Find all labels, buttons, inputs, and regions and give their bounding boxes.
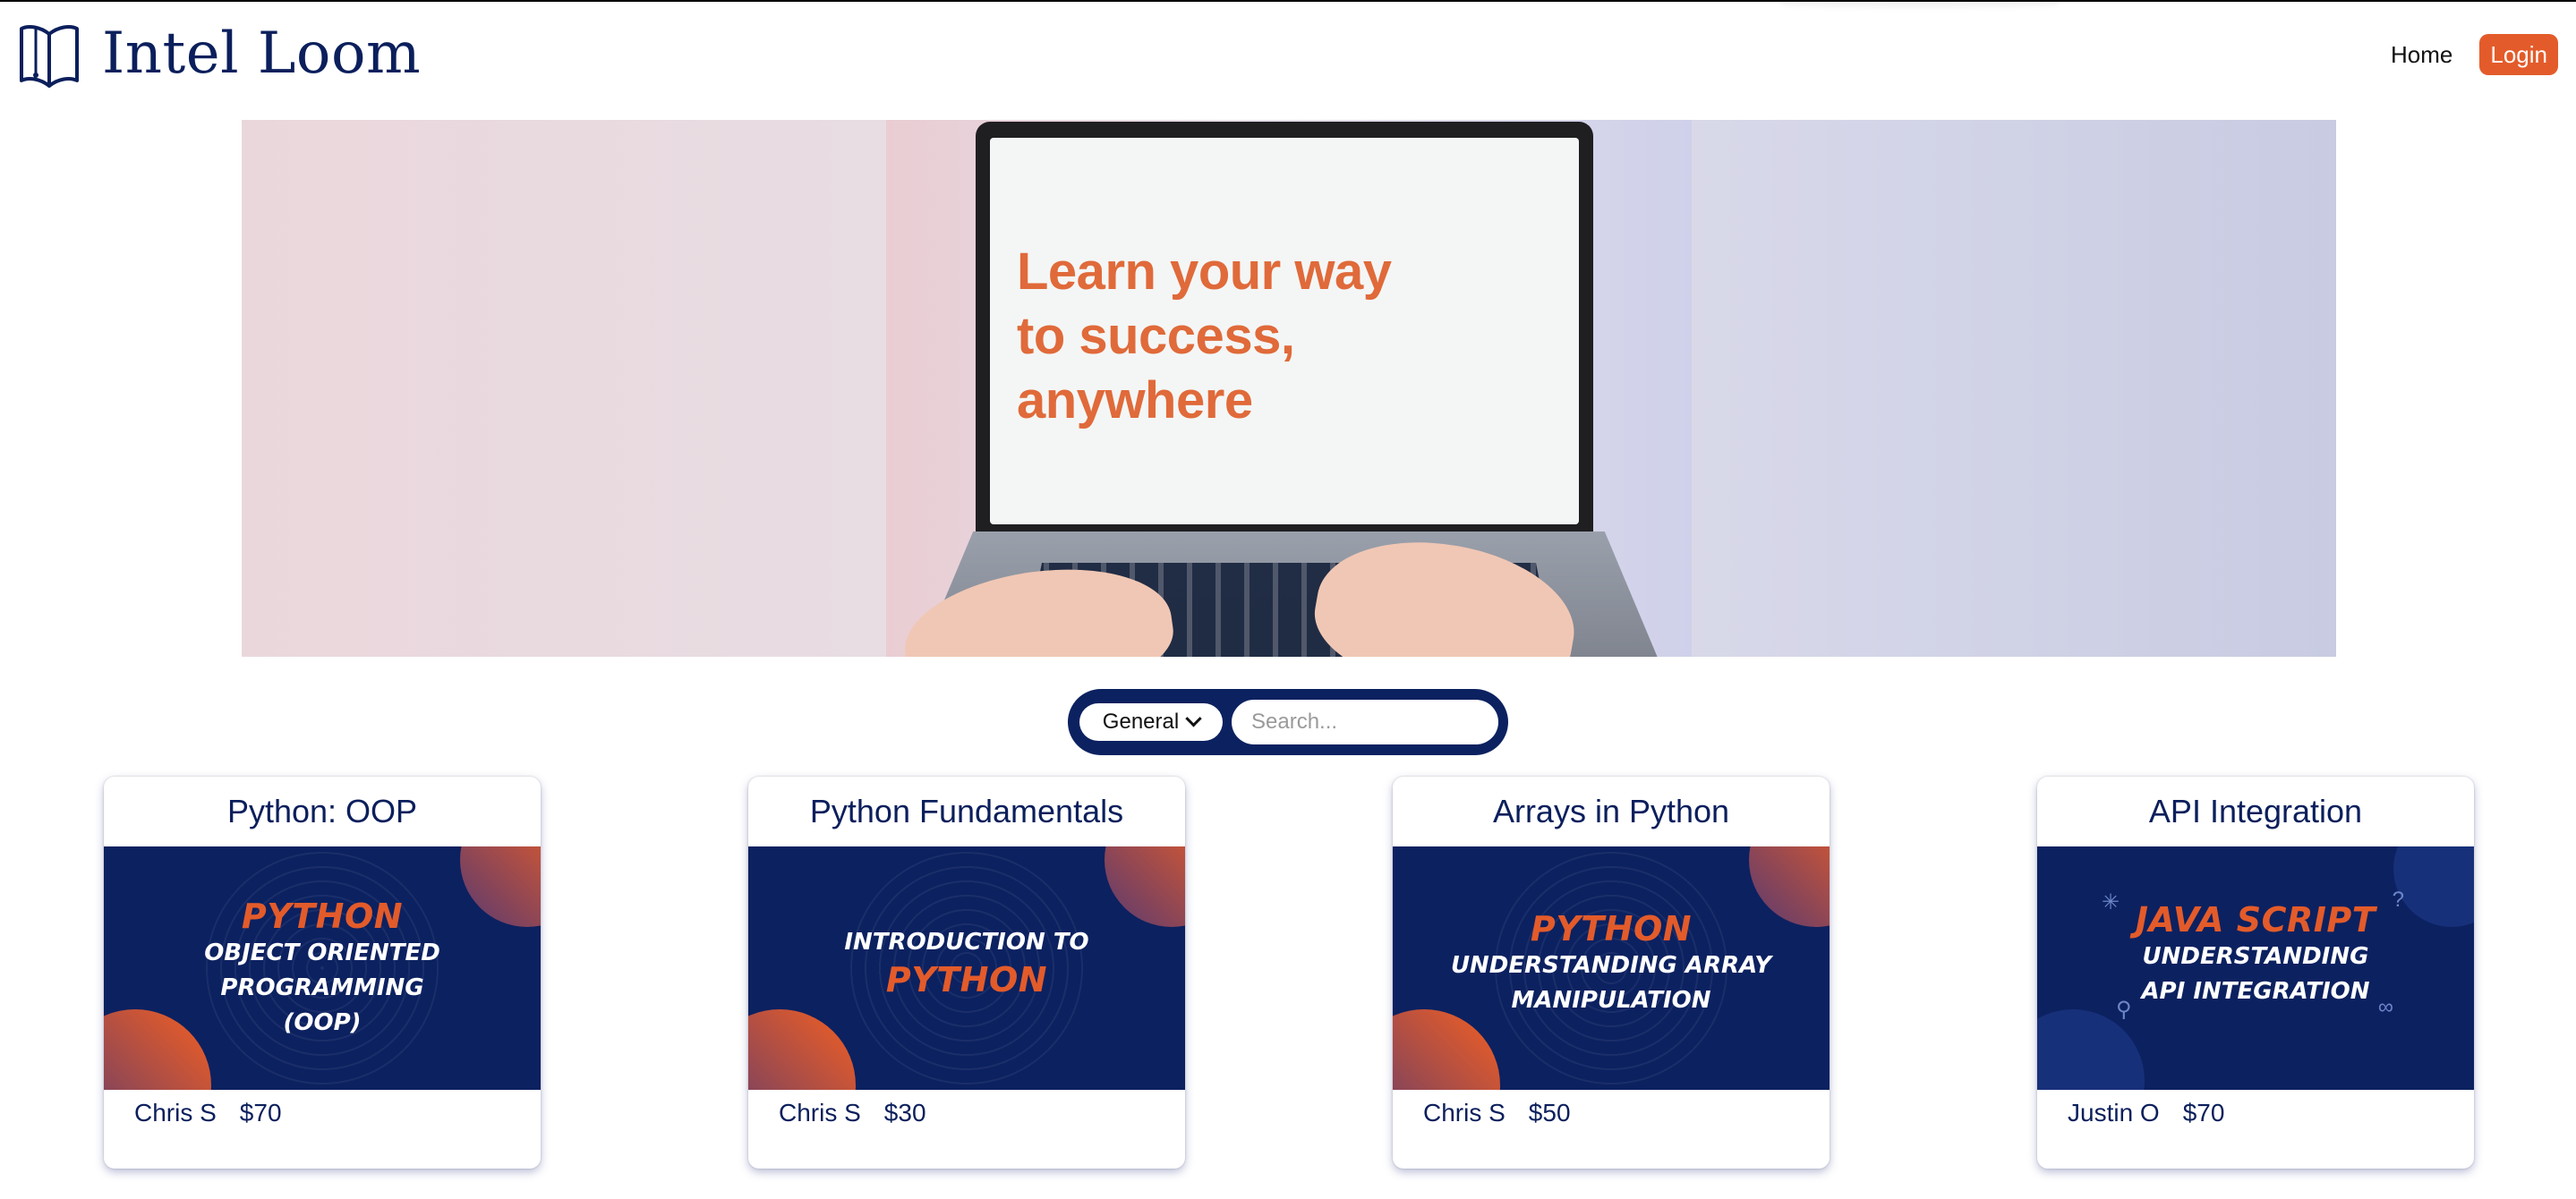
course-author: Chris S (134, 1099, 217, 1127)
thumb-heading: PYTHON OBJECT ORIENTED PROGRAMMING (OOP) (104, 897, 541, 1041)
open-book-icon (20, 25, 79, 88)
thumb-line: INTRODUCTION TO (844, 929, 1089, 956)
top-border (0, 0, 2576, 2)
course-meta: Chris S $70 (134, 1099, 282, 1127)
course-card[interactable]: API Integration ✳ ? ⚲ ∞ JAVA SCRIPT UNDE… (2037, 777, 2474, 1169)
course-price: $50 (1528, 1099, 1571, 1127)
course-meta: Chris S $30 (779, 1099, 926, 1127)
top-shadow (1781, 2, 2059, 7)
thumb-line: OBJECT ORIENTED (204, 940, 440, 966)
thumb-line: MANIPULATION (1511, 987, 1711, 1014)
course-author: Justin O (2068, 1099, 2160, 1127)
brand-name: Intel Loom (102, 21, 422, 87)
course-title: API Integration (2148, 793, 2363, 829)
thumb-line: PYTHON (885, 960, 1048, 999)
chevron-down-icon (1185, 710, 1202, 727)
course-thumbnail: PYTHON UNDERSTANDING ARRAY MANIPULATION (1393, 846, 1830, 1090)
course-title: Python: OOP (226, 793, 418, 829)
course-title: Arrays in Python (1492, 793, 1730, 829)
category-selected: General (1102, 710, 1180, 734)
search-input[interactable] (1232, 700, 1498, 744)
thumb-line: PYTHON (241, 897, 404, 936)
decorative-circle (748, 1009, 856, 1090)
course-card[interactable]: Python: OOP PYTHON OBJECT ORIENTED PROGR… (104, 777, 541, 1169)
laptop-screen: Learn your way to success, anywhere (990, 138, 1579, 524)
course-author: Chris S (1423, 1099, 1506, 1127)
thumb-line: PROGRAMMING (220, 974, 424, 1001)
thumb-heading: INTRODUCTION TO PYTHON (748, 925, 1185, 999)
hero-headline: Learn your way to success, anywhere (1017, 240, 1392, 433)
thumb-heading: JAVA SCRIPT UNDERSTANDING API INTEGRATIO… (2037, 900, 2474, 1009)
course-card[interactable]: Arrays in Python PYTHON UNDERSTANDING AR… (1393, 777, 1830, 1169)
laptop-lid: Learn your way to success, anywhere (976, 122, 1593, 542)
course-thumbnail: PYTHON OBJECT ORIENTED PROGRAMMING (OOP) (104, 846, 541, 1090)
course-meta: Justin O $70 (2068, 1099, 2224, 1127)
thumb-line: JAVA SCRIPT (2135, 900, 2376, 940)
top-nav: Home Login (2391, 34, 2558, 75)
login-button[interactable]: Login (2479, 34, 2558, 75)
course-title: Python Fundamentals (809, 793, 1124, 829)
course-price: $30 (883, 1099, 926, 1127)
course-price: $70 (239, 1099, 282, 1127)
course-meta: Chris S $50 (1423, 1099, 1571, 1127)
thumb-line: (OOP) (283, 1009, 362, 1036)
course-thumbnail: INTRODUCTION TO PYTHON (748, 846, 1185, 1090)
thumb-heading: PYTHON UNDERSTANDING ARRAY MANIPULATION (1393, 909, 1830, 1018)
decorative-circle (1393, 1009, 1500, 1090)
course-thumbnail: ✳ ? ⚲ ∞ JAVA SCRIPT UNDERSTANDING API IN… (2037, 846, 2474, 1090)
search-bar: General (1068, 689, 1508, 755)
hero-laptop-image: Learn your way to success, anywhere (886, 120, 1692, 657)
brand[interactable]: Intel Loom (18, 18, 421, 89)
course-price: $70 (2182, 1099, 2225, 1127)
hero-headline-line: Learn your way (1017, 242, 1392, 301)
nav-home-link[interactable]: Home (2391, 41, 2452, 69)
hero-headline-line: to success, (1017, 307, 1295, 365)
course-author: Chris S (779, 1099, 861, 1127)
thumb-line: PYTHON (1530, 909, 1693, 948)
thumb-line: UNDERSTANDING ARRAY (1450, 952, 1772, 979)
thumb-line: API INTEGRATION (2141, 978, 2370, 1005)
hero-headline-line: anywhere (1017, 371, 1253, 429)
decorative-circle (1105, 846, 1185, 927)
category-dropdown[interactable]: General (1079, 703, 1223, 741)
thumb-line: UNDERSTANDING (2142, 943, 2369, 970)
course-card[interactable]: Python Fundamentals INTRODUCTION TO PYTH… (748, 777, 1185, 1169)
hero-banner: Learn your way to success, anywhere (242, 120, 2336, 657)
